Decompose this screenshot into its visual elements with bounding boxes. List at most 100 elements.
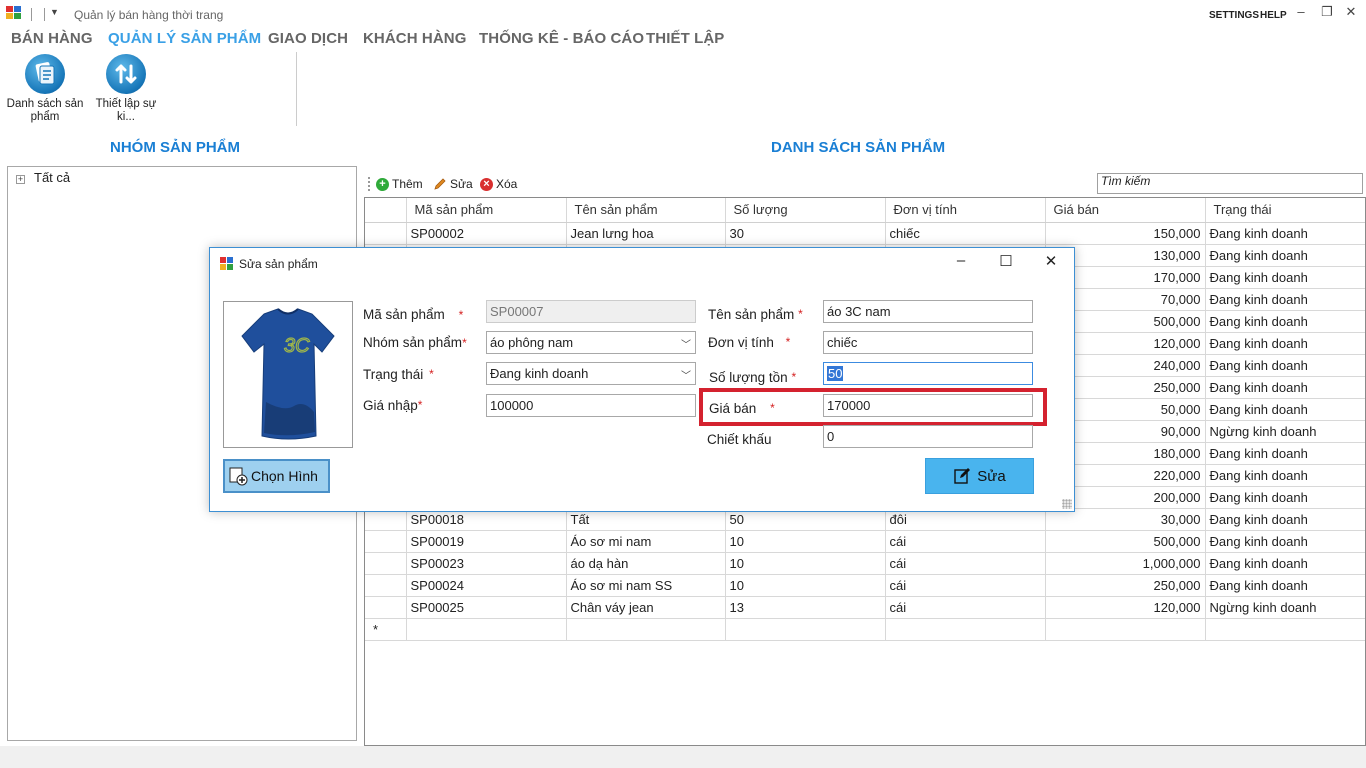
tab-quan-ly-san-pham[interactable]: QUẢN LÝ SẢN PHẨM [108, 30, 261, 47]
column-header-name[interactable]: Tên sản phẩm [566, 198, 726, 223]
cell-status[interactable]: Đang kinh doanh [1205, 486, 1365, 509]
cell-name[interactable]: Áo sơ mi nam [566, 530, 726, 553]
cell-price[interactable]: 150,000 [1045, 222, 1206, 245]
column-header-unit[interactable]: Đơn vị tính [885, 198, 1046, 223]
cell-code[interactable]: SP00025 [406, 596, 567, 619]
cell-status[interactable]: Đang kinh doanh [1205, 442, 1365, 465]
new-row-cell[interactable] [406, 618, 567, 641]
cell-status[interactable]: Đang kinh doanh [1205, 508, 1365, 531]
cell-name[interactable]: Jean lưng hoa [566, 222, 726, 245]
table-row[interactable]: SP00023 áo dạ hàn 10 cái 1,000,000 Đang kinh … [365, 552, 1365, 575]
cell-name[interactable]: Áo sơ mi nam SS [566, 574, 726, 597]
settings-link[interactable]: SETTINGS [1209, 10, 1259, 21]
dialog-maximize-icon[interactable]: ☐ [995, 252, 1017, 270]
cell-status[interactable]: Đang kinh doanh [1205, 354, 1365, 377]
cell-status[interactable]: Đang kinh doanh [1205, 222, 1365, 245]
cell-quantity[interactable]: 10 [725, 552, 886, 575]
resize-grip[interactable] [1062, 499, 1072, 509]
cell-code[interactable]: SP00002 [406, 222, 567, 245]
add-button[interactable]: + Thêm [376, 175, 423, 193]
choose-image-button[interactable]: Chọn Hình [223, 459, 330, 493]
new-row-cell[interactable] [725, 618, 886, 641]
cell-status[interactable]: Đang kinh doanh [1205, 398, 1365, 421]
cell-unit[interactable]: cái [885, 596, 1046, 619]
column-header-quantity[interactable]: Số lượng [725, 198, 886, 223]
save-button[interactable]: Sửa [925, 458, 1034, 494]
close-icon[interactable]: ✕ [1342, 4, 1360, 20]
table-row[interactable]: SP00024 Áo sơ mi nam SS 10 cái 250,000 Đang k… [365, 574, 1365, 597]
cell-status[interactable]: Đang kinh doanh [1205, 332, 1365, 355]
cell-status[interactable]: Đang kinh doanh [1205, 530, 1365, 553]
cell-status[interactable]: Đang kinh doanh [1205, 574, 1365, 597]
tab-giao-dich[interactable]: GIAO DỊCH [268, 30, 348, 47]
import-price-field[interactable]: 100000 [486, 394, 696, 417]
cell-status[interactable]: Đang kinh doanh [1205, 310, 1365, 333]
column-header-price[interactable]: Giá bán [1045, 198, 1206, 223]
product-name-field[interactable]: áo 3C nam [823, 300, 1033, 323]
cell-status[interactable]: Đang kinh doanh [1205, 288, 1365, 311]
cell-name[interactable]: áo dạ hàn [566, 552, 726, 575]
cell-status[interactable]: Đang kinh doanh [1205, 552, 1365, 575]
cell-status[interactable]: Đang kinh doanh [1205, 244, 1365, 267]
new-row-cell[interactable] [1205, 618, 1365, 641]
cell-quantity[interactable]: 30 [725, 222, 886, 245]
tab-thiet-lap[interactable]: THIẾT LẬP [646, 30, 724, 47]
cell-status[interactable]: Đang kinh doanh [1205, 266, 1365, 289]
cell-status[interactable]: Ngừng kinh doanh [1205, 420, 1365, 443]
cell-price[interactable]: 500,000 [1045, 530, 1206, 553]
cell-quantity[interactable]: 10 [725, 530, 886, 553]
discount-field[interactable]: 0 [823, 425, 1033, 448]
new-row-cell[interactable] [566, 618, 726, 641]
table-row[interactable]: SP00025 Chân váy jean 13 cái 120,000 Ngừng ki… [365, 596, 1365, 619]
cell-unit[interactable]: cái [885, 530, 1046, 553]
row-header[interactable] [365, 596, 407, 619]
cell-quantity[interactable]: 10 [725, 574, 886, 597]
product-list-button[interactable]: Danh sách sản phẩm [4, 54, 86, 126]
tab-ban-hang[interactable]: BÁN HÀNG [11, 30, 93, 47]
cell-name[interactable]: Chân váy jean [566, 596, 726, 619]
column-header-code[interactable]: Mã sản phẩm [406, 198, 567, 223]
restore-icon[interactable]: ❐ [1318, 4, 1336, 20]
help-link[interactable]: HELP [1260, 10, 1287, 21]
table-row[interactable]: SP00002 Jean lưng hoa 30 chiếc 150,000 Đang k… [365, 222, 1365, 245]
product-group-select[interactable]: áo phông nam ﹀ [486, 331, 696, 354]
row-header[interactable] [365, 552, 407, 575]
new-row-cell[interactable] [1045, 618, 1206, 641]
tree-node-all[interactable]: Tất cả [34, 170, 70, 185]
cell-unit[interactable]: chiếc [885, 222, 1046, 245]
cell-code[interactable]: SP00023 [406, 552, 567, 575]
cell-price[interactable]: 250,000 [1045, 574, 1206, 597]
cell-code[interactable]: SP00024 [406, 574, 567, 597]
search-input[interactable]: Tìm kiếm [1097, 173, 1363, 194]
cell-price[interactable]: 120,000 [1045, 596, 1206, 619]
tree-expand-icon[interactable]: + [16, 175, 25, 184]
cell-unit[interactable]: cái [885, 552, 1046, 575]
minimize-icon[interactable]: – [1292, 4, 1310, 19]
cell-status[interactable]: Ngừng kinh doanh [1205, 596, 1365, 619]
quick-access-dropdown-icon[interactable]: ▼ [50, 7, 59, 17]
app-icon[interactable] [6, 6, 22, 20]
edit-button[interactable]: Sửa [433, 175, 473, 193]
dialog-close-icon[interactable]: ✕ [1040, 252, 1062, 270]
cell-price[interactable]: 1,000,000 [1045, 552, 1206, 575]
cell-quantity[interactable]: 13 [725, 596, 886, 619]
cell-status[interactable]: Đang kinh doanh [1205, 464, 1365, 487]
stock-field[interactable]: 50 [823, 362, 1033, 385]
row-header[interactable] [365, 574, 407, 597]
status-select[interactable]: Đang kinh doanh ﹀ [486, 362, 696, 385]
delete-button[interactable]: × Xóa [480, 175, 517, 193]
tab-thong-ke-bao-cao[interactable]: THỐNG KÊ - BÁO CÁO [479, 30, 644, 47]
unit-field[interactable]: chiếc [823, 331, 1033, 354]
event-settings-button[interactable]: Thiết lập sự ki... [86, 54, 166, 126]
cell-code[interactable]: SP00019 [406, 530, 567, 553]
table-row[interactable]: SP00019 Áo sơ mi nam 10 cái 500,000 Đang kinh… [365, 530, 1365, 553]
cell-unit[interactable]: cái [885, 574, 1046, 597]
new-row[interactable]: * [365, 618, 1365, 641]
row-header[interactable] [365, 530, 407, 553]
new-row-cell[interactable] [885, 618, 1046, 641]
cell-status[interactable]: Đang kinh doanh [1205, 376, 1365, 399]
dialog-minimize-icon[interactable]: – [950, 252, 972, 269]
column-header-status[interactable]: Trạng thái [1205, 198, 1365, 223]
tab-khach-hang[interactable]: KHÁCH HÀNG [363, 30, 467, 47]
row-header[interactable] [365, 222, 407, 245]
